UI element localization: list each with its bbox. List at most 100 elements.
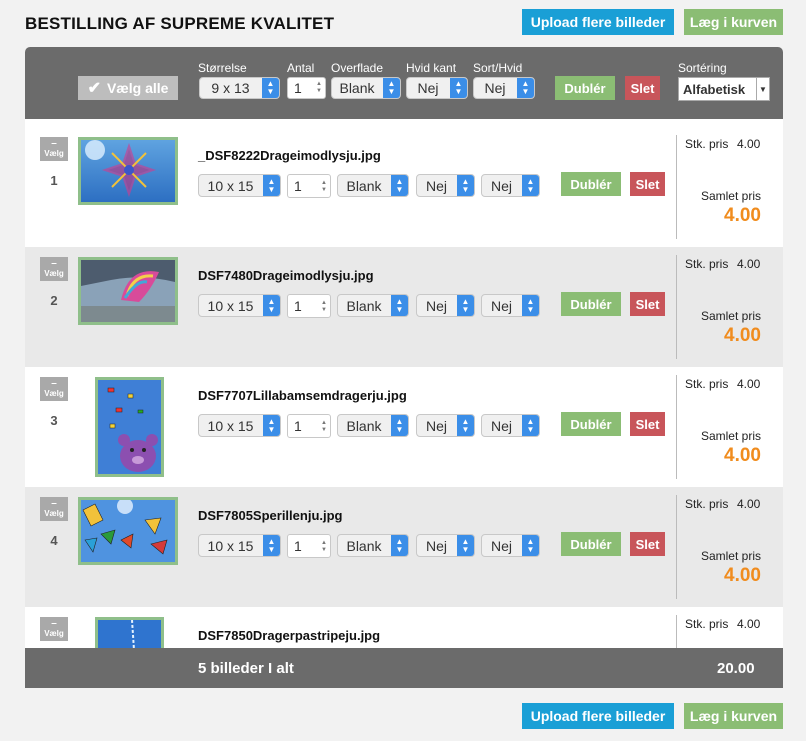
select-row-button[interactable]: – Vælg [40, 497, 68, 521]
spinner-icon: ▲ ▼ [321, 300, 327, 313]
bw-select[interactable]: Nej ▲ ▼ [481, 174, 540, 197]
qty-stepper[interactable]: 1 ▲ ▼ [287, 174, 331, 198]
surface-select[interactable]: Blank ▲ ▼ [337, 414, 409, 437]
order-summary-bar: 5 billeder I alt 20.00 [25, 648, 783, 688]
sort-select[interactable]: Alfabetisk ▼ [678, 77, 770, 101]
select-all-label: Vælg alle [106, 80, 169, 96]
spinner-icon: ▲ ▼ [321, 420, 327, 433]
file-name: DSF7850Dragerpastripeju.jpg [198, 628, 381, 643]
upload-more-button[interactable]: Upload flere billeder [522, 9, 674, 35]
divider [676, 375, 677, 479]
surface-select[interactable]: Blank ▲ ▼ [337, 174, 409, 197]
total-price: 4.00 [724, 325, 761, 346]
delete-button[interactable]: Slet [630, 532, 665, 556]
border-select[interactable]: Nej ▲ ▼ [416, 294, 475, 317]
file-name: DSF7480Drageimodlysju.jpg [198, 268, 374, 283]
updown-icon: ▲ ▼ [522, 295, 539, 316]
unit-price-label: Stk. pris [685, 617, 729, 631]
photo-thumbnail[interactable] [78, 257, 178, 325]
unit-price: 4.00 [737, 257, 761, 271]
bulk-delete-button[interactable]: Slet [625, 76, 660, 100]
chevron-down-icon: ▼ [756, 78, 769, 100]
bw-select[interactable]: Nej ▲ ▼ [481, 294, 540, 317]
size-select[interactable]: 10 x 15 ▲ ▼ [198, 174, 281, 197]
unit-price-label: Stk. pris [685, 377, 729, 391]
unit-price: 4.00 [737, 137, 761, 151]
updown-icon: ▲ ▼ [263, 295, 280, 316]
divider [676, 255, 677, 359]
total-price-label: Samlet pris [700, 309, 761, 323]
duplicate-button[interactable]: Dublér [561, 292, 621, 316]
size-select[interactable]: 10 x 15 ▲ ▼ [198, 414, 281, 437]
surface-select[interactable]: Blank ▲ ▼ [337, 294, 409, 317]
spinner-icon: ▲ ▼ [321, 540, 327, 553]
list-item: – Vælg 1 _DSF8222Drageimodlysju.jpg 10 x … [25, 127, 783, 247]
duplicate-button[interactable]: Dublér [561, 532, 621, 556]
upload-more-button-bottom[interactable]: Upload flere billeder [522, 703, 674, 729]
bulk-border-select[interactable]: Nej ▲ ▼ [406, 77, 468, 99]
updown-icon: ▲ ▼ [450, 78, 467, 98]
updown-icon: ▲ ▼ [262, 78, 279, 98]
row-index: 2 [50, 293, 58, 308]
updown-icon: ▲ ▼ [517, 78, 534, 98]
updown-icon: ▲ ▼ [391, 295, 408, 316]
file-name: DSF7707Lillabamsemdragerju.jpg [198, 388, 407, 403]
qty-label: Antal [287, 61, 315, 75]
updown-icon: ▲ ▼ [522, 535, 539, 556]
total-price-label: Samlet pris [700, 549, 761, 563]
row-index: 3 [50, 413, 58, 428]
bulk-duplicate-button[interactable]: Dublér [555, 76, 615, 100]
border-select[interactable]: Nej ▲ ▼ [416, 414, 475, 437]
photo-thumbnail[interactable] [78, 497, 178, 565]
add-to-cart-button-bottom[interactable]: Læg i kurven [684, 703, 783, 729]
bulk-surface-select[interactable]: Blank ▲ ▼ [331, 77, 401, 99]
duplicate-button[interactable]: Dublér [561, 172, 621, 196]
unit-price: 4.00 [737, 377, 761, 391]
qty-stepper[interactable]: 1 ▲ ▼ [287, 414, 331, 438]
size-select[interactable]: 10 x 15 ▲ ▼ [198, 294, 281, 317]
file-name: _DSF8222Drageimodlysju.jpg [198, 148, 381, 163]
border-select[interactable]: Nej ▲ ▼ [416, 534, 475, 557]
delete-button[interactable]: Slet [630, 292, 665, 316]
bulk-bw-select[interactable]: Nej ▲ ▼ [473, 77, 535, 99]
size-label: Størrelse [198, 61, 247, 75]
bw-select[interactable]: Nej ▲ ▼ [481, 414, 540, 437]
unit-price: 4.00 [737, 617, 761, 631]
select-row-button[interactable]: – Vælg [40, 257, 68, 281]
add-to-cart-button[interactable]: Læg i kurven [684, 9, 783, 35]
updown-icon: ▲ ▼ [263, 175, 280, 196]
bw-select[interactable]: Nej ▲ ▼ [481, 534, 540, 557]
page-title: BESTILLING AF SUPREME KVALITET [25, 14, 335, 33]
qty-stepper[interactable]: 1 ▲ ▼ [287, 534, 331, 558]
select-row-button[interactable]: – Vælg [40, 137, 68, 161]
row-index: 4 [50, 533, 58, 548]
total-price: 4.00 [724, 205, 761, 226]
order-panel: ✔ Vælg alle Størrelse 9 x 13 ▲ ▼ Antal 1 … [25, 47, 783, 688]
select-all-button[interactable]: ✔ Vælg alle [78, 76, 178, 100]
delete-button[interactable]: Slet [630, 412, 665, 436]
duplicate-button[interactable]: Dublér [561, 412, 621, 436]
updown-icon: ▲ ▼ [522, 175, 539, 196]
border-label: Hvid kant [406, 61, 457, 75]
size-select[interactable]: 10 x 15 ▲ ▼ [198, 534, 281, 557]
updown-icon: ▲ ▼ [457, 535, 474, 556]
select-row-button[interactable]: – Vælg [40, 377, 68, 401]
photo-thumbnail[interactable] [95, 377, 164, 477]
spinner-icon: ▲ ▼ [321, 180, 327, 193]
updown-icon: ▲ ▼ [457, 175, 474, 196]
updown-icon: ▲ ▼ [391, 535, 408, 556]
surface-select[interactable]: Blank ▲ ▼ [337, 534, 409, 557]
bulk-qty-stepper[interactable]: 1 ▲ ▼ [287, 77, 326, 99]
row-index: 1 [50, 173, 58, 188]
list-item: – Vælg 2 DSF7480Drageimodlysju.jpg 10 x 1… [25, 247, 783, 367]
photo-thumbnail[interactable] [78, 137, 178, 205]
updown-icon: ▲ ▼ [457, 415, 474, 436]
bulk-size-select[interactable]: 9 x 13 ▲ ▼ [199, 77, 280, 99]
delete-button[interactable]: Slet [630, 172, 665, 196]
updown-icon: ▲ ▼ [263, 415, 280, 436]
qty-stepper[interactable]: 1 ▲ ▼ [287, 294, 331, 318]
image-count: 5 billeder I alt [198, 660, 294, 677]
border-select[interactable]: Nej ▲ ▼ [416, 174, 475, 197]
bw-label: Sort/Hvid [473, 61, 523, 75]
select-row-button[interactable]: – Vælg [40, 617, 68, 641]
